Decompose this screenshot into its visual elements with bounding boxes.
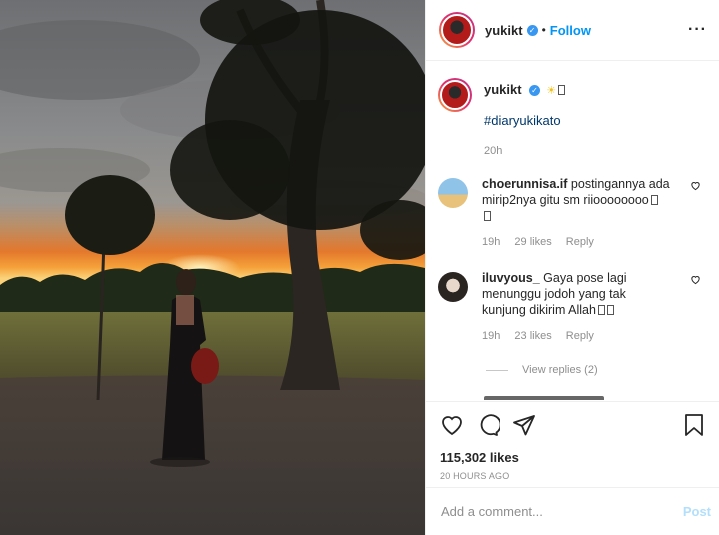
missing-glyph-icon: [484, 211, 491, 221]
post-caption: yukikt ✓ ☀ #diaryukikato 20h: [438, 62, 707, 157]
next-comment-peek: [484, 396, 604, 400]
sunset-park-photo: [0, 0, 425, 535]
separator: •: [541, 23, 546, 37]
post-header: yukikt ✓ • Follow ···: [426, 0, 719, 61]
view-replies-label: View replies (2): [522, 364, 598, 376]
commenter-username[interactable]: iluvyous_: [482, 271, 540, 285]
comment-likes[interactable]: 23 likes: [514, 330, 551, 342]
caption-avatar[interactable]: [438, 78, 472, 112]
view-replies-button[interactable]: View replies (2): [486, 364, 598, 376]
comment-time: 19h: [482, 330, 501, 342]
caption-time: 20h: [484, 145, 503, 157]
comment-input[interactable]: [441, 504, 683, 519]
author-avatar[interactable]: [439, 12, 475, 48]
missing-glyph-icon: [597, 305, 605, 315]
follow-button[interactable]: Follow: [550, 23, 591, 38]
comment-time: 19h: [482, 236, 501, 248]
comment-bubble-icon[interactable]: [476, 413, 500, 437]
more-horizontal-icon[interactable]: ···: [688, 21, 707, 39]
comments-section[interactable]: yukikt ✓ ☀ #diaryukikato 20h choerunnisa…: [426, 62, 719, 400]
add-comment-bar: Post: [426, 487, 719, 535]
commenter-username[interactable]: choerunnisa.if: [482, 177, 567, 191]
like-heart-icon[interactable]: [440, 413, 464, 437]
sun-emoji-icon: ☀: [546, 85, 557, 97]
missing-glyph-icon: [606, 305, 614, 315]
instagram-post: yukikt ✓ • Follow ··· yukikt ✓ ☀ #diaryu…: [0, 0, 719, 535]
comment-item: choerunnisa.if postingannya ada mirip2ny…: [438, 176, 707, 250]
comment-item: iluvyous_ Gaya pose lagi menunggu jodoh …: [438, 270, 707, 344]
bookmark-save-icon[interactable]: [683, 413, 705, 437]
missing-glyph-icon: [650, 195, 658, 205]
missing-glyph-icon: [558, 85, 566, 95]
share-send-icon[interactable]: [512, 413, 536, 437]
commenter-avatar[interactable]: [438, 178, 468, 208]
post-timestamp[interactable]: 20 HOURS AGO: [440, 471, 705, 481]
divider: [486, 369, 508, 371]
commenter-avatar[interactable]: [438, 272, 468, 302]
caption-username[interactable]: yukikt: [484, 82, 522, 97]
reply-button[interactable]: Reply: [566, 330, 594, 342]
verified-badge-icon: ✓: [526, 24, 538, 36]
heart-icon[interactable]: [690, 180, 701, 191]
like-count[interactable]: 115,302 likes: [440, 450, 705, 465]
verified-badge-icon: ✓: [528, 85, 540, 97]
post-comment-button[interactable]: Post: [683, 504, 711, 519]
post-actions: 115,302 likes 20 HOURS AGO: [426, 401, 719, 489]
caption-hashtag[interactable]: #diaryukikato: [484, 113, 565, 128]
post-photo[interactable]: [0, 0, 425, 535]
author-username[interactable]: yukikt: [485, 23, 523, 38]
post-side-panel: yukikt ✓ • Follow ··· yukikt ✓ ☀ #diaryu…: [425, 0, 719, 535]
comment-likes[interactable]: 29 likes: [514, 236, 551, 248]
heart-icon[interactable]: [690, 274, 701, 285]
reply-button[interactable]: Reply: [566, 236, 594, 248]
